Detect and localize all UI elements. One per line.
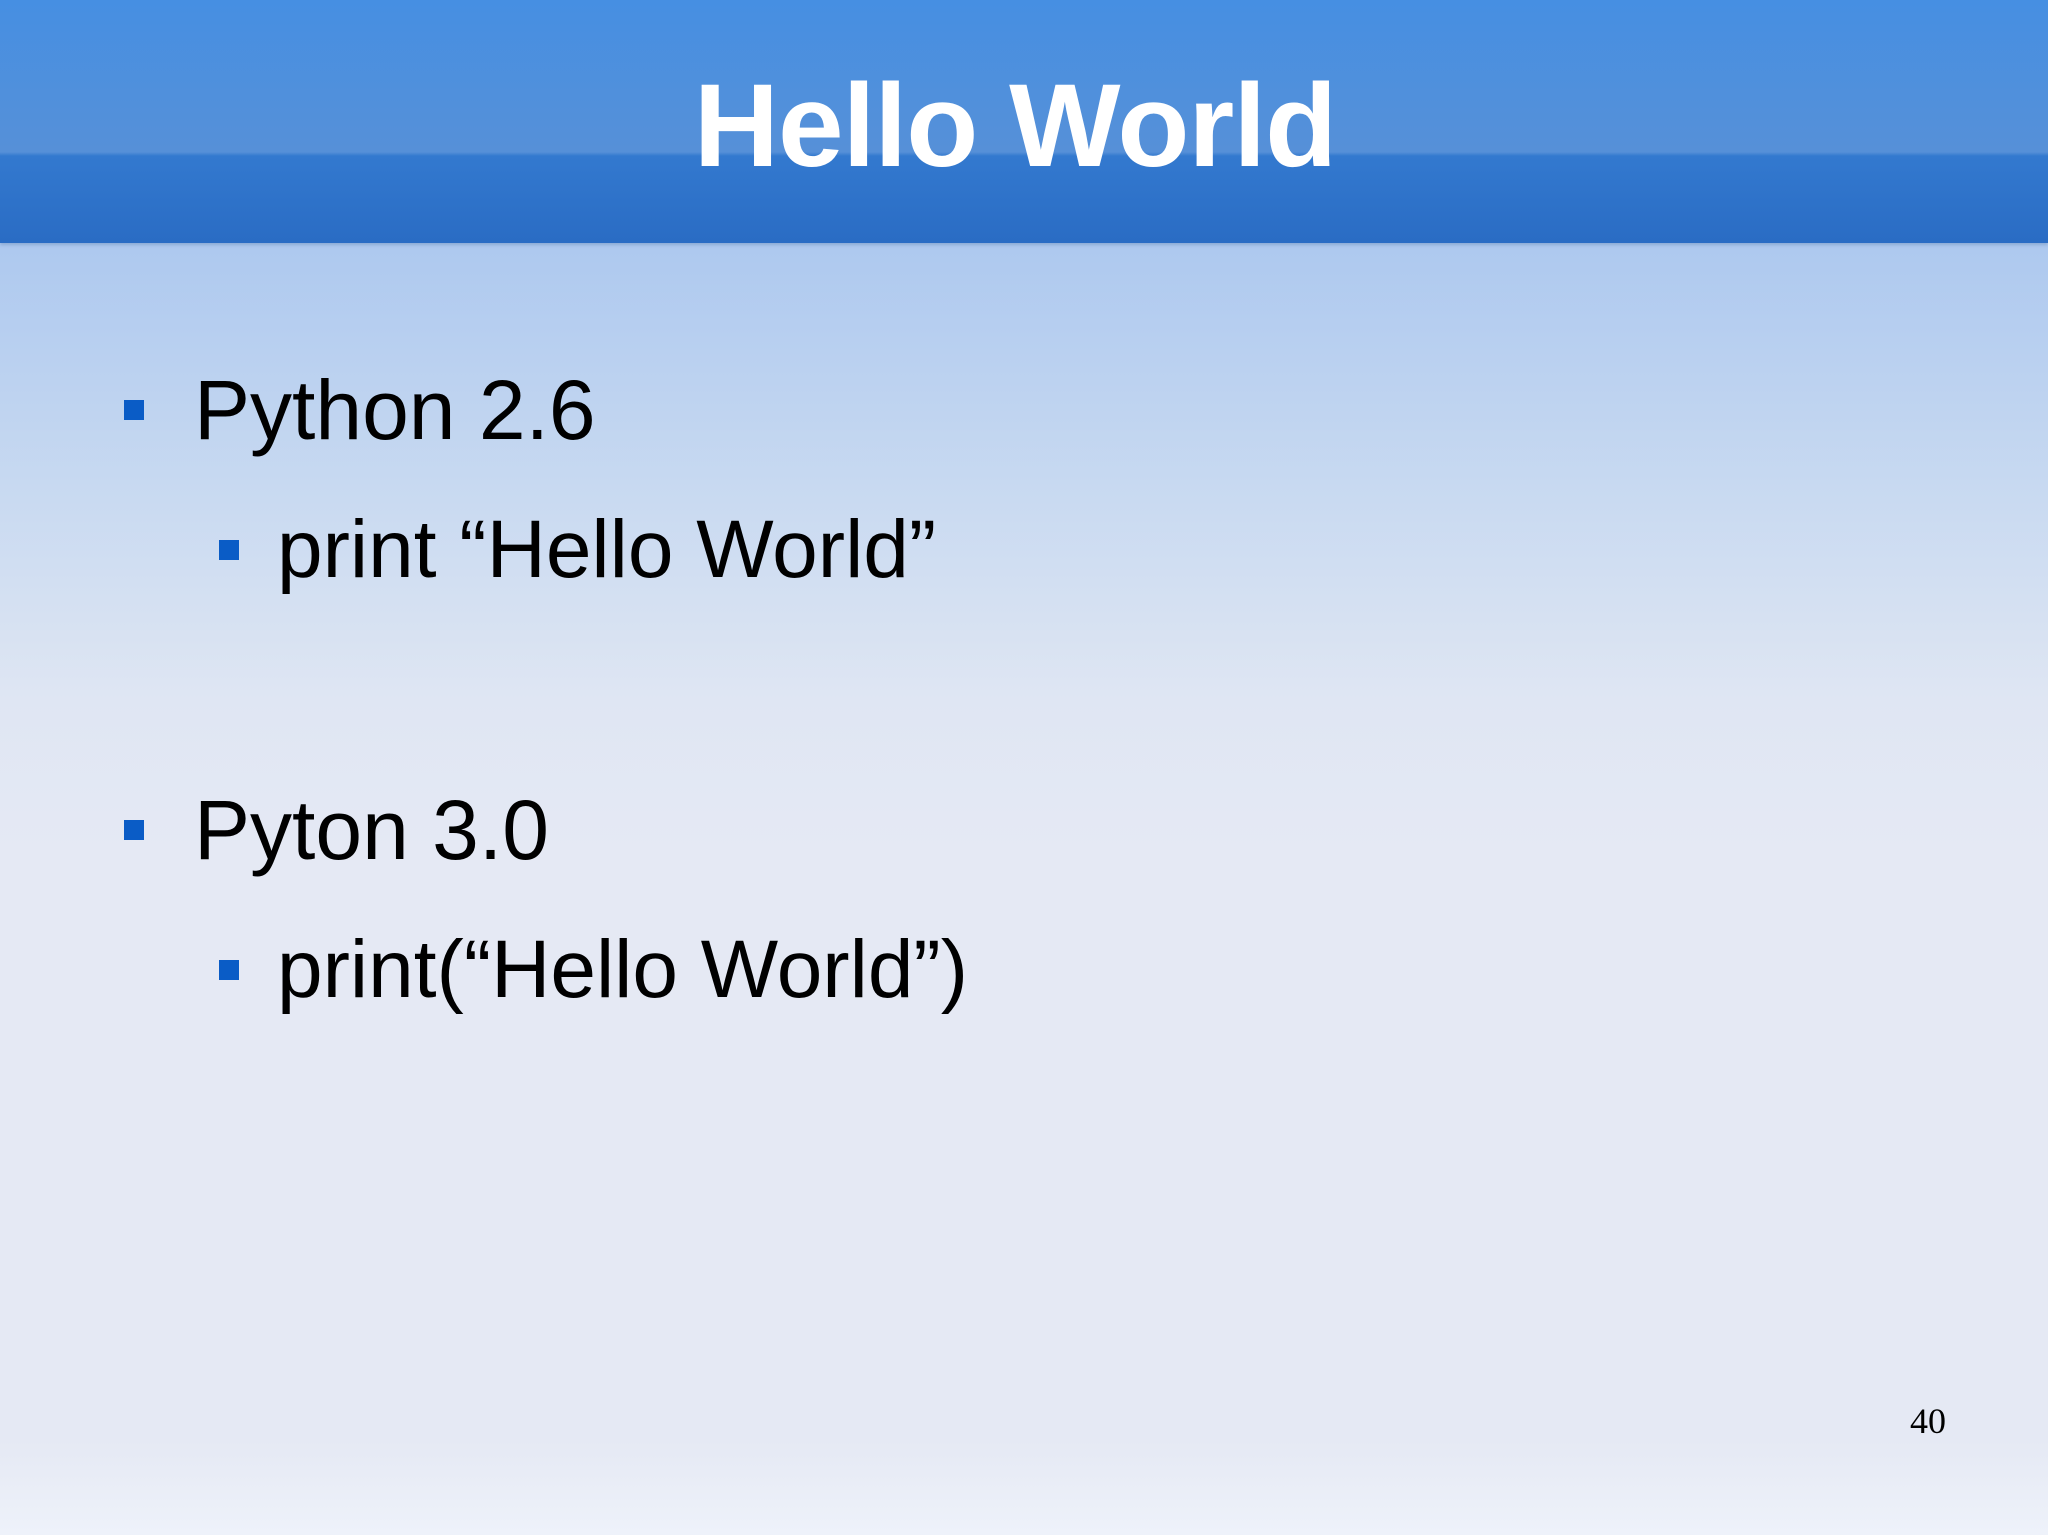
square-bullet-icon <box>124 400 144 420</box>
square-bullet-icon <box>219 960 239 980</box>
slide-header: Hello World <box>0 0 2048 243</box>
square-bullet-icon <box>124 820 144 840</box>
sub-bullet-item: print “Hello World” <box>219 495 936 605</box>
bullet-item: Pyton 3.0 <box>124 775 549 885</box>
slide-title: Hello World <box>693 60 1337 192</box>
sub-bullet-text: print “Hello World” <box>277 504 937 595</box>
sub-bullet-text: print(“Hello World”) <box>277 924 969 1015</box>
bullet-text: Pyton 3.0 <box>194 782 549 877</box>
square-bullet-icon <box>219 540 239 560</box>
sub-bullet-item: print(“Hello World”) <box>219 915 968 1025</box>
bullet-text: Python 2.6 <box>194 362 596 457</box>
page-number: 40 <box>1910 1401 1946 1441</box>
bullet-item: Python 2.6 <box>124 355 596 465</box>
